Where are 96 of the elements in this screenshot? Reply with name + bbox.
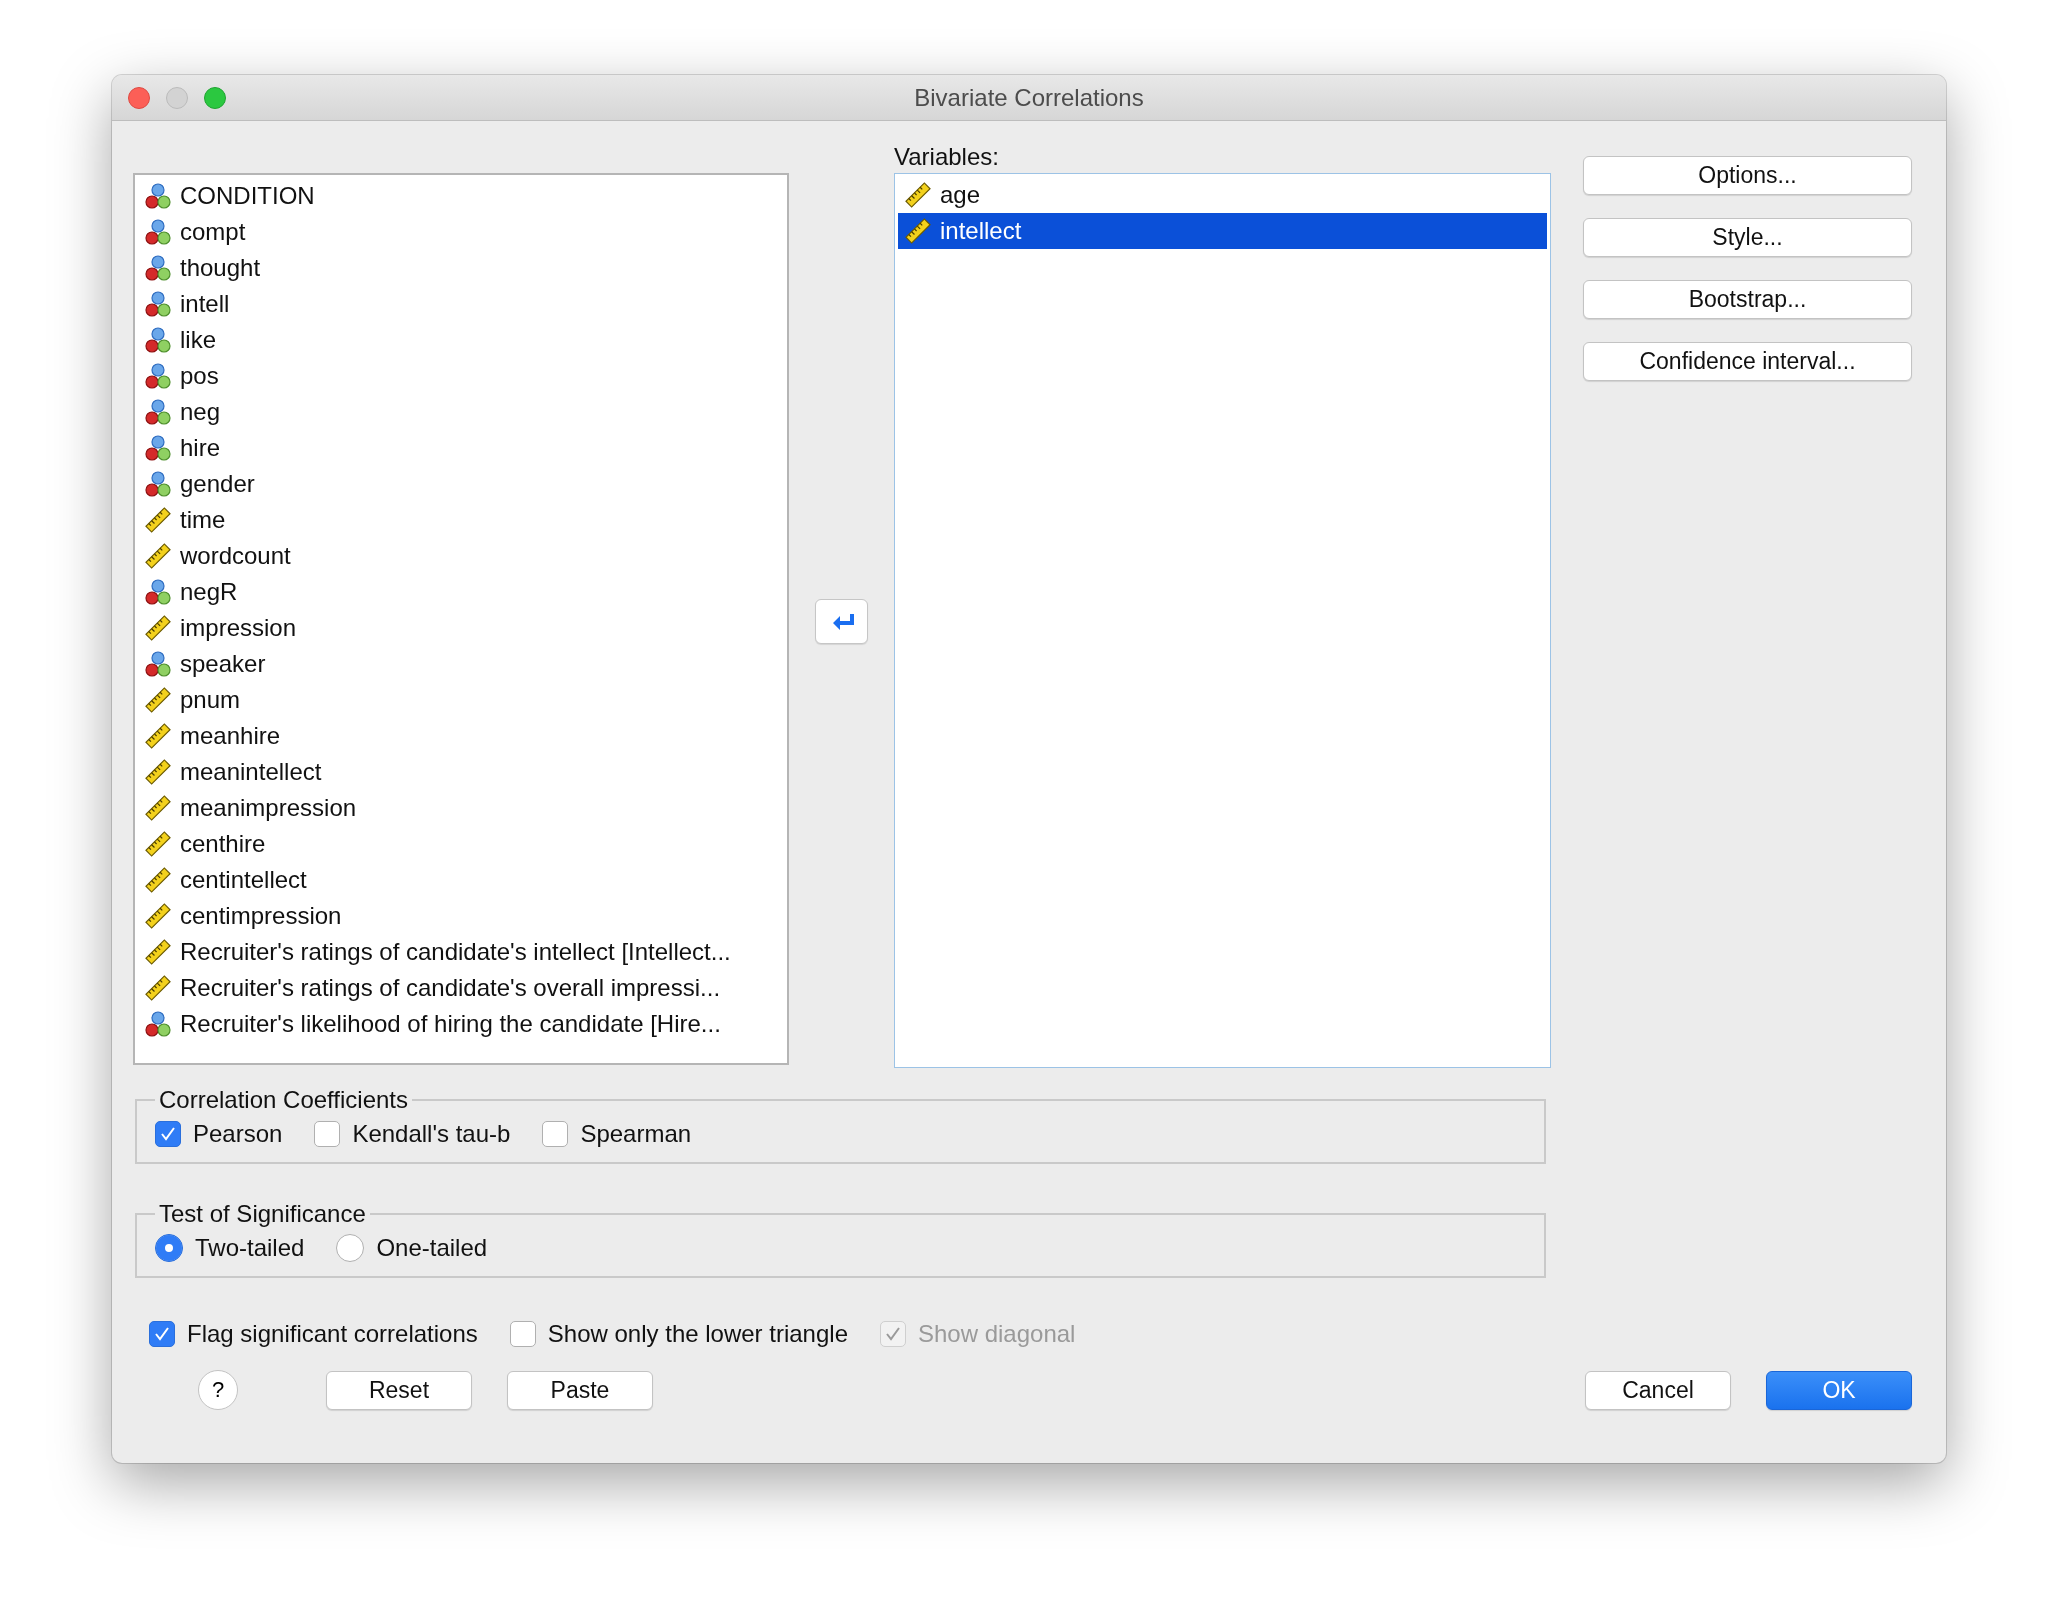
nominal-variable-icon xyxy=(144,650,172,678)
nominal-variable-icon xyxy=(144,398,172,426)
dialog-button[interactable]: Reset xyxy=(326,1370,472,1410)
variable-name: Recruiter's ratings of candidate's overall impressi... xyxy=(180,974,721,1002)
variable-name: time xyxy=(180,506,226,534)
variable-list-item[interactable]: age xyxy=(898,177,1547,213)
help-button[interactable]: ? xyxy=(198,1370,238,1410)
dialog-button[interactable]: Cancel xyxy=(1585,1370,1731,1410)
variable-name: wordcount xyxy=(180,542,291,570)
variable-name: gender xyxy=(180,470,255,498)
nominal-variable-icon xyxy=(144,434,172,462)
variable-list-item[interactable]: impression xyxy=(138,610,784,646)
variable-name: pnum xyxy=(180,686,241,714)
variable-name: thought xyxy=(180,254,261,282)
nominal-variable-icon xyxy=(144,578,172,606)
variable-list-item[interactable]: compt xyxy=(138,214,784,250)
zoom-button[interactable] xyxy=(204,87,226,109)
checkbox-label: Kendall's tau-b xyxy=(352,1120,511,1148)
variable-name: intellect xyxy=(940,217,1022,245)
window-title: Bivariate Correlations xyxy=(914,83,1144,112)
variable-name: meanimpression xyxy=(180,794,357,822)
dialog-button[interactable]: OK xyxy=(1766,1370,1912,1410)
variable-list-item[interactable]: Recruiter's ratings of candidate's overall impressi... xyxy=(138,970,784,1006)
checkbox-label: Show diagonal xyxy=(918,1320,1076,1348)
variable-list-item[interactable]: wordcount xyxy=(138,538,784,574)
variable-list-item[interactable]: centimpression xyxy=(138,898,784,934)
variable-name: Recruiter's likelihood of hiring the candidate [Hire... xyxy=(180,1010,721,1038)
variable-list-item[interactable]: pos xyxy=(138,358,784,394)
nominal-variable-icon xyxy=(144,290,172,318)
checkbox-label: Pearson xyxy=(193,1120,283,1148)
variable-list-item[interactable]: CONDITION xyxy=(138,178,784,214)
variable-list-item[interactable]: pnum xyxy=(138,682,784,718)
checkbox[interactable] xyxy=(149,1321,175,1347)
variable-list-item[interactable]: thought xyxy=(138,250,784,286)
variable-name: hire xyxy=(180,434,221,462)
radio-button[interactable] xyxy=(155,1234,183,1262)
nominal-variable-icon xyxy=(144,218,172,246)
radio-button[interactable] xyxy=(336,1234,365,1262)
variable-name: CONDITION xyxy=(180,182,315,210)
variable-list-item[interactable]: neg xyxy=(138,394,784,430)
variable-name: speaker xyxy=(180,650,266,678)
variable-list-item[interactable]: meanhire xyxy=(138,718,784,754)
dialog-button[interactable]: Paste xyxy=(507,1370,653,1410)
variable-list-item[interactable]: Recruiter's ratings of candidate's intellect [Intellect... xyxy=(138,934,784,970)
variable-name: negR xyxy=(180,578,238,606)
variable-list-item[interactable]: meanintellect xyxy=(138,754,784,790)
radio-label: One-tailed xyxy=(376,1234,488,1262)
variable-list-item[interactable]: centhire xyxy=(138,826,784,862)
nominal-variable-icon xyxy=(144,1010,172,1038)
variable-list-item[interactable]: negR xyxy=(138,574,784,610)
variable-list-item[interactable]: speaker xyxy=(138,646,784,682)
variable-name: impression xyxy=(180,614,297,642)
variables-label: Variables: xyxy=(894,142,1000,172)
variable-name: intell xyxy=(180,290,230,318)
variable-name: compt xyxy=(180,218,246,246)
variable-list-item[interactable]: like xyxy=(138,322,784,358)
variable-name: centintellect xyxy=(180,866,307,894)
dialog-button[interactable]: Options... xyxy=(1583,156,1912,195)
checkbox-label: Flag significant correlations xyxy=(187,1320,478,1348)
nominal-variable-icon xyxy=(144,362,172,390)
variable-list-item[interactable]: time xyxy=(138,502,784,538)
dialog-button[interactable]: Bootstrap... xyxy=(1583,280,1912,319)
variable-name: centhire xyxy=(180,830,266,858)
nominal-variable-icon xyxy=(144,470,172,498)
variable-list-item[interactable]: hire xyxy=(138,430,784,466)
group-title: Test of Significance xyxy=(158,1200,367,1228)
minimize-button[interactable] xyxy=(166,87,188,109)
variable-name: meanintellect xyxy=(180,758,322,786)
group-title: Correlation Coefficients xyxy=(158,1086,409,1114)
checkbox[interactable] xyxy=(542,1121,569,1147)
variable-list-item[interactable]: Recruiter's likelihood of hiring the candidate [Hire... xyxy=(138,1006,784,1042)
variable-list-item[interactable]: intellect xyxy=(898,213,1547,249)
checkbox[interactable] xyxy=(509,1321,536,1347)
checkbox-label: Spearman xyxy=(580,1120,692,1148)
dialog-button[interactable]: Confidence interval... xyxy=(1583,342,1912,381)
nominal-variable-icon xyxy=(144,182,172,210)
close-button[interactable] xyxy=(128,87,150,109)
checkbox[interactable] xyxy=(155,1121,181,1147)
variable-name: meanhire xyxy=(180,722,281,750)
nominal-variable-icon xyxy=(144,326,172,354)
variable-list-item[interactable]: meanimpression xyxy=(138,790,784,826)
checkbox[interactable] xyxy=(314,1121,341,1147)
variable-list-item[interactable]: gender xyxy=(138,466,784,502)
nominal-variable-icon xyxy=(144,254,172,282)
variable-list-item[interactable]: centintellect xyxy=(138,862,784,898)
variable-list-item[interactable]: intell xyxy=(138,286,784,322)
radio-label: Two-tailed xyxy=(195,1234,305,1262)
variable-name: pos xyxy=(180,362,219,390)
variable-name: Recruiter's ratings of candidate's intellect [Intellect... xyxy=(180,938,731,966)
checkbox-label: Show only the lower triangle xyxy=(547,1320,848,1348)
variable-name: age xyxy=(940,181,981,209)
variable-name: centimpression xyxy=(180,902,342,930)
variable-name: neg xyxy=(180,398,221,426)
move-button[interactable] xyxy=(815,599,868,644)
variable-name: like xyxy=(180,326,216,354)
dialog-button[interactable]: Style... xyxy=(1583,218,1912,257)
